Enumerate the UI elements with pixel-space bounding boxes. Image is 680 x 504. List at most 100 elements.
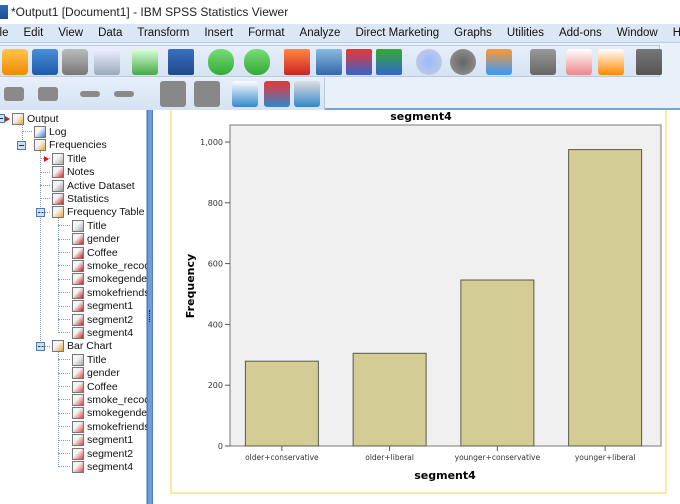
insert-text-icon[interactable] <box>294 81 320 107</box>
tree-item-log[interactable]: Log <box>34 125 67 138</box>
recall-dialog-icon[interactable] <box>168 49 194 75</box>
tree-item-ft-smokegende[interactable]: smokegende <box>72 273 147 286</box>
tree-connector <box>22 131 32 133</box>
menu-view[interactable]: View <box>58 27 83 39</box>
tree-item-bc-coffee[interactable]: Coffee <box>72 380 118 393</box>
y-tick-label: 0 <box>218 442 223 451</box>
goto-case-icon[interactable] <box>284 49 310 75</box>
insert-variables-icon[interactable] <box>376 49 402 75</box>
expand-icon[interactable] <box>80 91 100 97</box>
back-icon[interactable] <box>4 87 24 101</box>
bar-older+liberal[interactable] <box>352 352 427 447</box>
tree-label: smokefriends <box>87 420 150 433</box>
menu-analyze[interactable]: Analyze <box>300 27 341 39</box>
tree-label: segment2 <box>87 313 134 326</box>
show-icon[interactable] <box>160 81 186 107</box>
designate-window-icon[interactable] <box>598 49 624 75</box>
undo-icon[interactable] <box>208 49 234 75</box>
menu-transform[interactable]: Transform <box>137 27 189 39</box>
splitter-grip[interactable] <box>149 310 151 322</box>
bar-chart[interactable]: segment4 0 200 400 600 800 1,000 older+conser… <box>153 110 680 504</box>
tree-item-bc-title[interactable]: Title <box>72 353 106 366</box>
tree-item-bc-smokegende[interactable]: smokegende <box>72 407 147 420</box>
expander-frequencies[interactable] <box>17 140 26 150</box>
tree-connector <box>58 399 70 401</box>
tree-label: gender <box>87 367 120 380</box>
table-icon <box>72 286 84 299</box>
tree-item-output[interactable]: Output <box>12 112 59 125</box>
tree-item-ft-smokefriends[interactable]: smokefriends <box>72 286 149 299</box>
tree-item-bc-segment4[interactable]: segment4 <box>72 460 133 473</box>
table-icon <box>72 233 84 246</box>
chart-icon <box>72 380 84 393</box>
tree-connector <box>58 426 70 428</box>
tree-item-title[interactable]: Title <box>52 152 86 165</box>
menu-help[interactable]: Help <box>673 27 680 39</box>
select-cases-icon[interactable] <box>450 49 476 75</box>
menu-window[interactable]: Window <box>617 27 658 39</box>
menu-graphs[interactable]: Graphs <box>454 27 492 39</box>
menu-edit[interactable]: Edit <box>24 27 44 39</box>
bar-younger+liberal[interactable] <box>568 149 643 447</box>
insert-title-icon[interactable] <box>264 81 290 107</box>
tree-item-bc-smokefriends[interactable]: smokefriends <box>72 420 149 433</box>
tree-label: Log <box>49 125 67 138</box>
goto-variable-icon[interactable] <box>316 49 342 75</box>
tree-item-statistics[interactable]: Statistics <box>52 192 109 205</box>
use-variable-sets-icon[interactable] <box>530 49 556 75</box>
title-icon <box>72 219 84 232</box>
tree-item-ft-gender[interactable]: gender <box>72 233 120 246</box>
open-icon[interactable] <box>2 49 28 75</box>
tree-item-bc-segment1[interactable]: segment1 <box>72 434 133 447</box>
tree-item-ft-segment2[interactable]: segment2 <box>72 313 133 326</box>
menu-format[interactable]: Format <box>248 27 284 39</box>
tree-item-ft-segment1[interactable]: segment1 <box>72 300 133 313</box>
menu-direct-marketing[interactable]: Direct Marketing <box>355 27 439 39</box>
script-icon[interactable] <box>566 49 592 75</box>
tree-item-frequencies[interactable]: Frequencies <box>34 139 107 152</box>
tree-connector <box>40 150 41 351</box>
split-file-icon[interactable] <box>416 49 442 75</box>
tree-item-bar-chart[interactable]: Bar Chart <box>52 340 112 353</box>
tree-item-ft-title[interactable]: Title <box>72 219 106 232</box>
tree-item-ft-coffee[interactable]: Coffee <box>72 246 118 259</box>
menu-data[interactable]: Data <box>98 27 122 39</box>
y-tick-label: 1,000 <box>200 138 223 147</box>
bar-younger+conservative[interactable] <box>460 279 535 447</box>
print-preview-icon[interactable] <box>94 49 120 75</box>
redo-icon[interactable] <box>244 49 270 75</box>
tree-item-ft-smoke_recoc[interactable]: smoke_recoc <box>72 259 149 272</box>
run-script-icon[interactable] <box>636 49 662 75</box>
x-axis-label: segment4 <box>414 469 476 482</box>
table-icon <box>72 246 84 259</box>
x-tick-label: younger+liberal <box>575 453 636 462</box>
menu-insert[interactable]: Insert <box>204 27 233 39</box>
print-icon[interactable] <box>62 49 88 75</box>
collapse-icon[interactable] <box>114 91 134 97</box>
value-labels-icon[interactable] <box>486 49 512 75</box>
tree-item-active-dataset[interactable]: Active Dataset <box>52 179 135 192</box>
tree-item-bc-segment2[interactable]: segment2 <box>72 447 133 460</box>
tree-label: Coffee <box>87 246 118 259</box>
tree-connector <box>58 412 70 414</box>
insert-cases-icon[interactable] <box>346 49 372 75</box>
hide-icon[interactable] <box>194 81 220 107</box>
notes-icon <box>52 166 64 179</box>
title-bar: *Output1 [Document1] - IBM SPSS Statisti… <box>0 0 680 24</box>
tree-item-bc-gender[interactable]: gender <box>72 367 120 380</box>
tree-item-bc-smoke_recoc[interactable]: smoke_recoc <box>72 393 149 406</box>
tree-connector <box>58 292 70 294</box>
menu-utilities[interactable]: Utilities <box>507 27 544 39</box>
tree-label: segment4 <box>87 460 134 473</box>
insert-heading-icon[interactable] <box>232 81 258 107</box>
bar-older+conservative[interactable] <box>244 360 319 447</box>
forward-icon[interactable] <box>38 87 58 101</box>
tree-item-frequency-table[interactable]: Frequency Table <box>52 206 144 219</box>
tree-item-ft-segment4[interactable]: segment4 <box>72 326 133 339</box>
menu-ile[interactable]: ile <box>0 27 9 39</box>
save-icon[interactable] <box>32 49 58 75</box>
menu-add-ons[interactable]: Add-ons <box>559 27 602 39</box>
tree-connector <box>58 278 70 280</box>
tree-item-notes[interactable]: Notes <box>52 166 94 179</box>
export-icon[interactable] <box>132 49 158 75</box>
